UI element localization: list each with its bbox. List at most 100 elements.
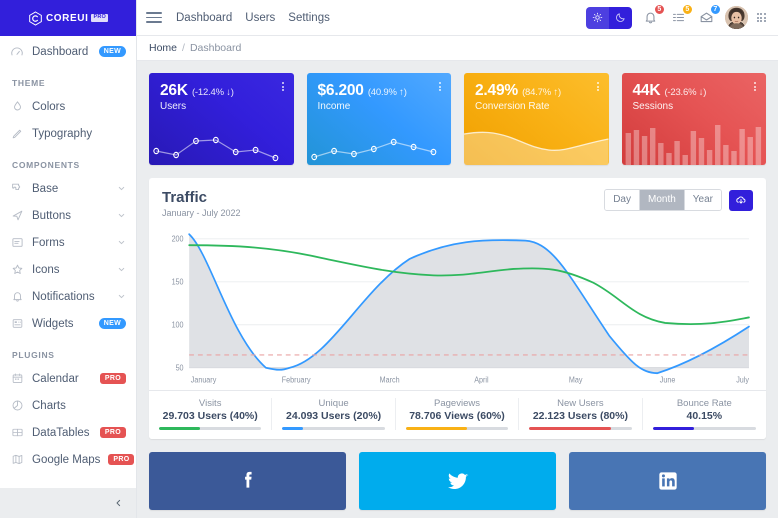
avatar[interactable] [724, 6, 748, 29]
stat-progress [529, 427, 632, 431]
theme-toggle-group [585, 6, 632, 29]
card-label: Sessions [632, 101, 674, 113]
theme-dark-button[interactable] [608, 6, 632, 29]
sidebar-item-colors[interactable]: Colors [0, 93, 136, 120]
social-card-facebook[interactable] [149, 452, 346, 511]
nav-users[interactable]: Users [245, 12, 275, 24]
chevron-down-icon [118, 294, 125, 299]
svg-text:July: July [736, 375, 749, 385]
card-menu-button[interactable] [754, 82, 756, 91]
sidebar-item-icons[interactable]: Icons [0, 256, 136, 283]
svg-text:June: June [660, 375, 676, 385]
chevron-down-icon [118, 213, 125, 218]
brand-name: COREUI [45, 12, 89, 24]
calendar-icon [10, 372, 24, 386]
sidebar-item-widgets[interactable]: Widgets NEW [0, 310, 136, 337]
sidebar-toggle-button[interactable] [146, 11, 162, 25]
stat-card-conversion-rate: 2.49% (84.7% ↑) Conversion Rate [464, 73, 609, 165]
messages-badge: 7 [709, 4, 721, 15]
svg-text:March: March [380, 375, 400, 385]
sidebar-section-plugins: PLUGINS [12, 350, 55, 360]
social-card-twitter[interactable] [359, 452, 556, 511]
sidebar-item-dashboard[interactable]: Dashboard NEW [0, 38, 136, 65]
svg-text:April: April [474, 375, 489, 385]
sidebar-item-datatables[interactable]: DataTables PRO [0, 419, 136, 446]
sidebar-item-typography[interactable]: Typography [0, 120, 136, 147]
social-card-linkedin[interactable] [569, 452, 766, 511]
traffic-subtitle: January - July 2022 [162, 208, 241, 219]
stat-visits: Visits 29.703 Users (40%) [149, 398, 273, 431]
traffic-panel: Traffic January - July 2022 Day Month Ye… [149, 178, 766, 440]
sidebar-badge-new: NEW [98, 46, 126, 57]
chevron-down-icon [118, 267, 125, 272]
card-menu-button[interactable] [281, 82, 284, 91]
sidebar: COREUI PRO Dashboard NEW THEME Colors Ty… [0, 0, 137, 518]
droplet-icon [10, 100, 24, 114]
sidebar-item-label: Colors [32, 100, 66, 113]
nav-dashboard[interactable]: Dashboard [176, 12, 232, 24]
bell-icon [10, 290, 24, 304]
sidebar-badge-pro: PRO [108, 454, 135, 465]
breadcrumb-home[interactable]: Home [149, 42, 177, 54]
svg-text:200: 200 [172, 234, 184, 244]
card-value: 2.49% (84.7% ↑) [475, 82, 598, 99]
linkedin-icon [658, 472, 677, 490]
stat-card-users: 26K (-12.4% ↓) Users [149, 73, 294, 165]
range-month-button[interactable]: Month [639, 190, 685, 210]
range-day-button[interactable]: Day [605, 190, 640, 210]
card-menu-button[interactable] [596, 82, 599, 91]
card-value-text: 44K [632, 82, 661, 99]
sidebar-item-label: Google Maps [32, 453, 101, 466]
page-title: Traffic [162, 189, 208, 206]
sidebar-item-label: Dashboard [32, 45, 89, 58]
traffic-chart-svg: 200 150 100 50 January February March Ap… [172, 233, 750, 385]
pen-icon [10, 127, 24, 141]
brand-pro-badge: PRO [91, 14, 109, 22]
puzzle-icon [10, 182, 24, 196]
card-menu-button[interactable] [439, 82, 441, 91]
sidebar-item-charts[interactable]: Charts [0, 392, 136, 419]
card-value: 44K (-23.6% ↓) [633, 82, 756, 99]
star-icon [10, 263, 24, 277]
sidebar-item-label: Base [32, 182, 59, 195]
cloud-download-icon [736, 196, 746, 204]
messages-button[interactable]: 7 [697, 4, 721, 27]
sidebar-item-label: Charts [32, 399, 66, 412]
card-value-text: $6.200 [317, 82, 364, 99]
notifications-button[interactable]: 5 [641, 4, 665, 27]
sidebar-item-label: Typography [32, 127, 93, 140]
sidebar-item-notifications[interactable]: Notifications [0, 283, 136, 310]
traffic-controls: Day Month Year [604, 189, 753, 211]
header-actions: 5 5 7 [585, 4, 766, 29]
stat-value: 40.15% [686, 410, 723, 423]
stat-label: Pageviews [434, 398, 480, 410]
nav-settings[interactable]: Settings [288, 12, 330, 24]
stat-label: Unique [318, 398, 349, 410]
breadcrumb: Home / Dashboard [137, 36, 778, 61]
sidebar-item-google-maps[interactable]: Google Maps PRO [0, 446, 136, 473]
sidebar-collapse-button[interactable] [0, 488, 136, 518]
sidebar-item-base[interactable]: Base [0, 175, 136, 202]
spreadsheet-icon [10, 426, 24, 440]
range-year-button[interactable]: Year [684, 190, 721, 210]
chevron-down-icon [118, 186, 125, 191]
cursor-icon [10, 209, 24, 223]
stat-card-income: $6.200 (40.9% ↑) Income [306, 73, 451, 165]
sidebar-item-buttons[interactable]: Buttons [0, 202, 136, 229]
sidebar-brand[interactable]: COREUI PRO [0, 0, 136, 36]
sidebar-item-label: DataTables [32, 426, 90, 439]
svg-text:May: May [569, 375, 583, 385]
svg-text:150: 150 [172, 277, 184, 287]
stat-cards: 26K (-12.4% ↓) Users $6.200 (40.9% ↑) In… [149, 73, 766, 165]
traffic-chart: 200 150 100 50 January February March Ap… [149, 224, 766, 390]
theme-light-button[interactable] [585, 6, 609, 29]
range-button-group: Day Month Year [604, 189, 722, 211]
download-button[interactable] [729, 189, 753, 211]
stat-progress [282, 427, 385, 431]
notifications-badge: 5 [653, 4, 665, 15]
tasks-button[interactable]: 5 [669, 4, 693, 27]
apps-grid-icon[interactable] [756, 12, 766, 23]
sidebar-item-forms[interactable]: Forms [0, 229, 136, 256]
sidebar-item-calendar[interactable]: Calendar PRO [0, 365, 136, 392]
calculator-icon [10, 317, 24, 331]
